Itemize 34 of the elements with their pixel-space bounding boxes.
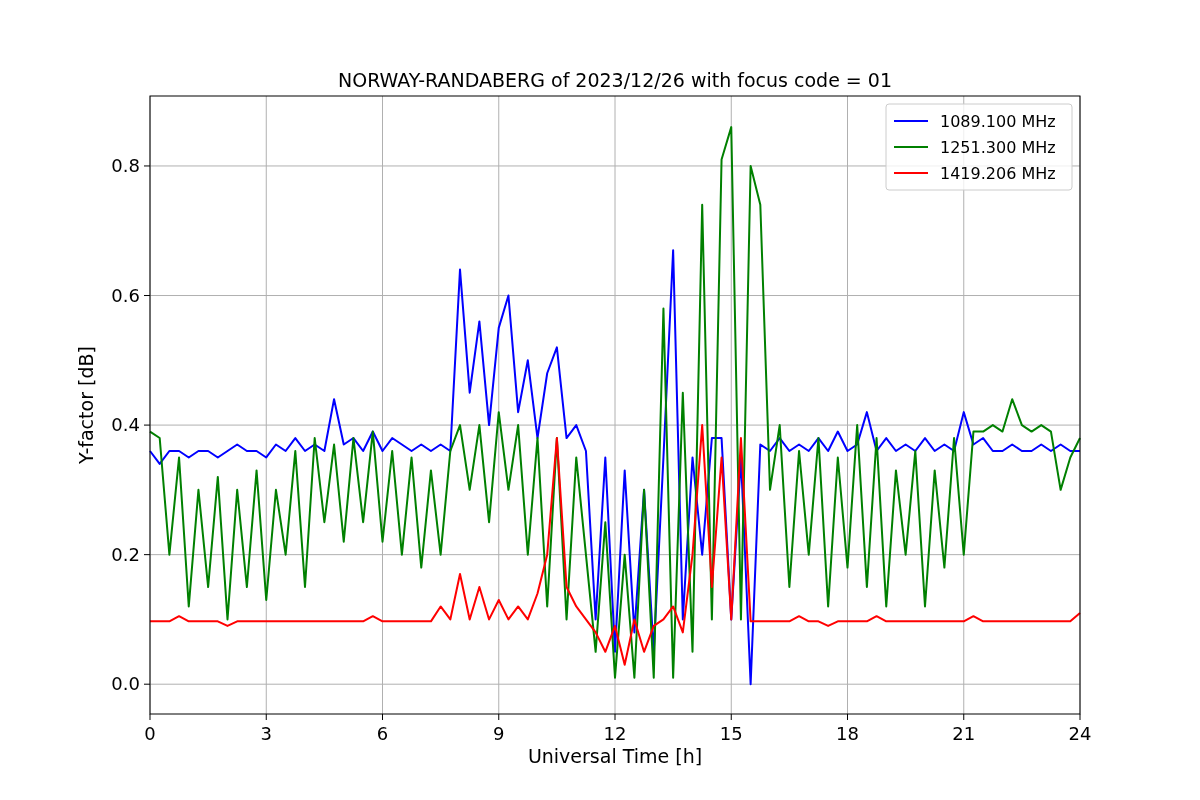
- legend-label: 1089.100 MHz: [940, 112, 1056, 131]
- y-axis-label: Y-factor [dB]: [75, 346, 97, 464]
- tick-label: 0.8: [111, 154, 140, 176]
- tick-label: 15: [719, 723, 743, 744]
- tick-label: 0.4: [111, 414, 140, 436]
- tick-label: 18: [836, 723, 859, 744]
- tick-mark: [1079, 713, 1081, 721]
- legend-label: 1419.206 MHz: [940, 164, 1056, 183]
- tick-mark: [382, 713, 383, 721]
- tick-label: 21: [952, 723, 976, 744]
- tick-label: 0.6: [111, 284, 140, 306]
- tick-label: 9: [493, 723, 505, 744]
- tick-mark: [143, 165, 151, 167]
- tick-label: 24: [1068, 723, 1092, 744]
- tick-label: 0: [144, 723, 156, 744]
- tick-mark: [143, 554, 151, 556]
- tick-label: 0.2: [111, 543, 140, 565]
- tick-mark: [614, 713, 616, 721]
- chart-title: NORWAY-RANDABERG of 2023/12/26 with focus code = 01: [338, 69, 892, 91]
- tick-mark: [143, 424, 151, 426]
- tick-label: 6: [376, 723, 389, 744]
- tick-mark: [963, 713, 965, 721]
- legend-label: 1251.300 MHz: [940, 138, 1056, 157]
- tick-label: 0.0: [111, 673, 140, 695]
- tick-mark: [730, 713, 732, 721]
- tick-mark: [847, 713, 848, 721]
- tick-mark: [265, 713, 267, 721]
- tick-mark: [143, 683, 151, 685]
- tick-mark: [143, 295, 151, 296]
- tick-label: 3: [260, 723, 272, 744]
- x-axis-label: Universal Time [h]: [527, 745, 703, 767]
- tick-mark: [149, 713, 151, 721]
- tick-label: 12: [603, 723, 627, 744]
- tick-mark: [498, 713, 500, 721]
